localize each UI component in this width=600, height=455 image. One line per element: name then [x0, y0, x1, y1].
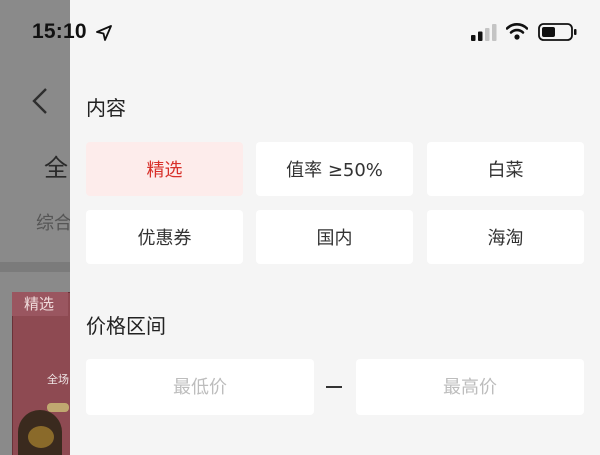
- battery-icon: [538, 23, 577, 41]
- content-option-coupon[interactable]: 优惠券: [86, 210, 243, 264]
- max-price-input[interactable]: [356, 359, 584, 415]
- cellular-signal-icon: [471, 24, 497, 41]
- background-card-tag: [47, 403, 69, 412]
- price-range-separator: [326, 386, 342, 388]
- dimmed-background-page[interactable]: 全 综合 精选 全场: [0, 0, 70, 455]
- back-arrow-icon: [32, 88, 47, 114]
- content-option-domestic[interactable]: 国内: [256, 210, 413, 264]
- wifi-icon: [506, 23, 528, 40]
- background-page-title: 全: [44, 154, 68, 182]
- content-option-value-rate[interactable]: 值率 ≥50%: [256, 142, 413, 196]
- content-option-featured[interactable]: 精选: [86, 142, 243, 196]
- status-time: 15:10: [32, 20, 87, 43]
- price-section-title: 价格区间: [86, 314, 166, 338]
- content-option-bargain[interactable]: 白菜: [427, 142, 584, 196]
- background-card-image: [18, 410, 62, 455]
- background-tab-comprehensive: 综合: [36, 213, 70, 234]
- content-section-title: 内容: [86, 96, 126, 120]
- min-price-input[interactable]: [86, 359, 314, 415]
- background-divider: [0, 262, 70, 272]
- location-arrow-icon: [96, 25, 112, 41]
- background-card-text: 全场: [47, 373, 69, 386]
- content-option-overseas[interactable]: 海淘: [427, 210, 584, 264]
- background-card-badge: 精选: [12, 292, 68, 316]
